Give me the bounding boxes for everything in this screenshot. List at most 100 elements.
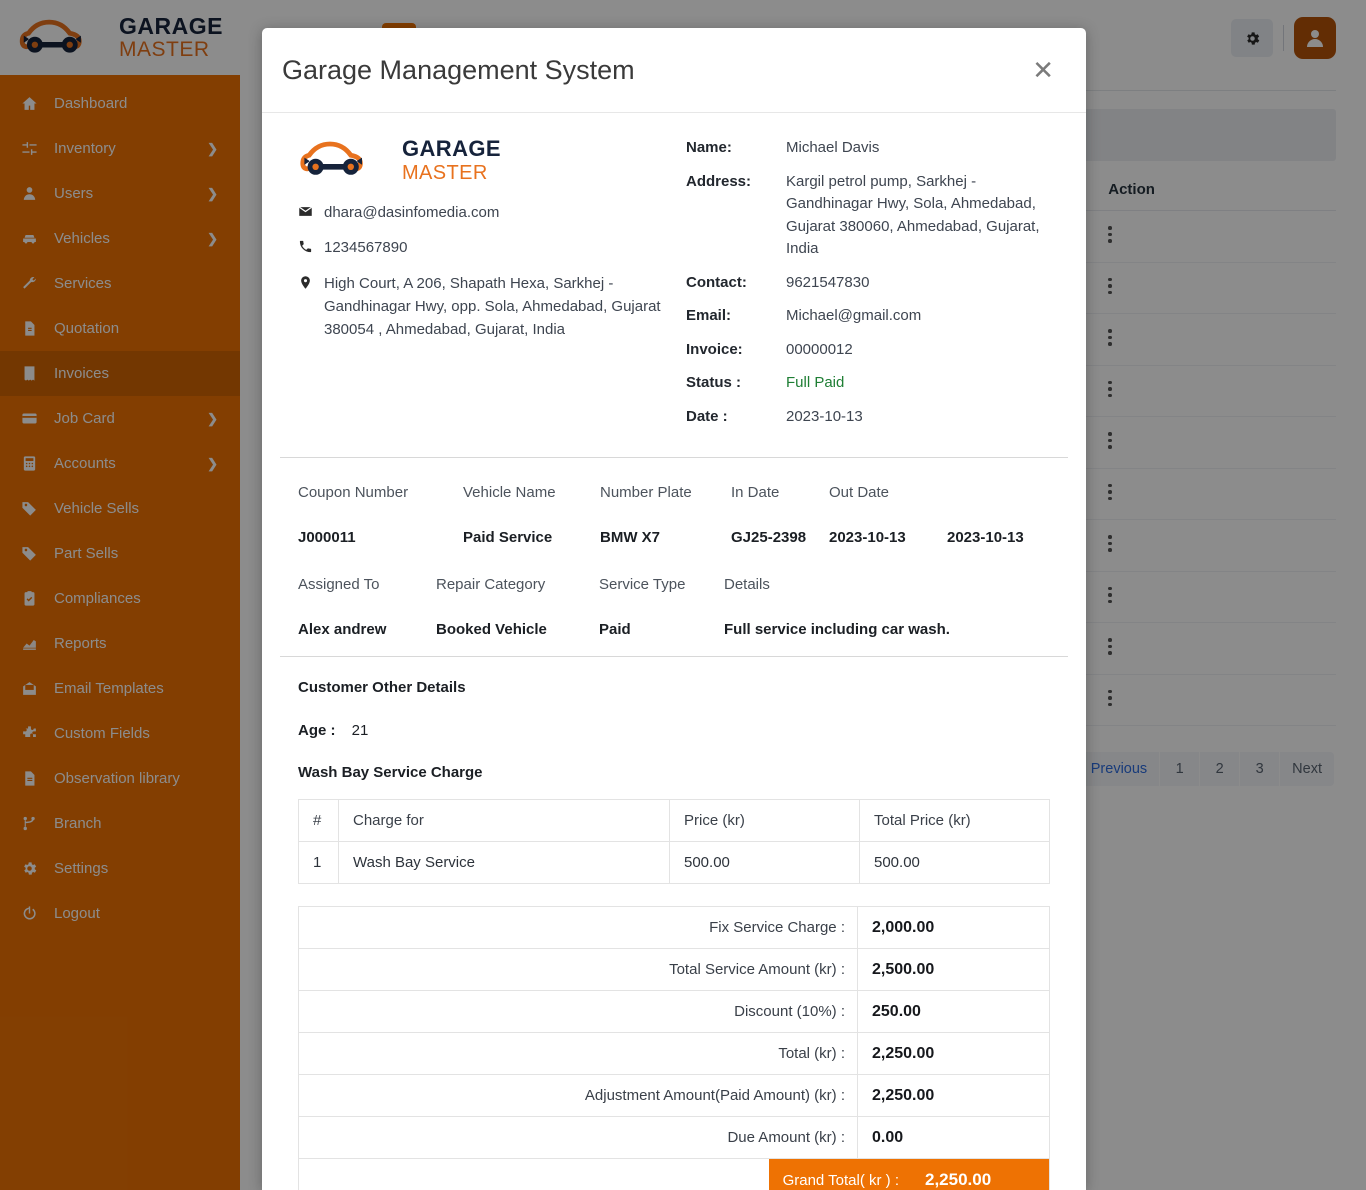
business-phone: 1234567890 — [324, 239, 408, 257]
business-block: GARAGE MASTER dhara@dasinfomedia.com 123… — [280, 135, 686, 439]
grand-total-label: Grand Total( kr ) : — [782, 1171, 899, 1189]
age-row: Age : 21 — [298, 722, 1050, 739]
total-row: Fix Service Charge :2,000.00 — [298, 906, 1050, 949]
detail-value: 2023-10-13 — [947, 529, 1024, 546]
business-address-row: High Court, A 206, Shapath Hexa, Sarkhej… — [298, 272, 686, 342]
total-label: Adjustment Amount(Paid Amount) (kr) : — [298, 1074, 858, 1117]
charge-header-num: # — [298, 799, 339, 842]
meta-row: Contact: 9621547830 — [686, 272, 1068, 295]
meta-key: Invoice: — [686, 340, 743, 358]
detail-column: In Date GJ25-2398 — [731, 484, 829, 546]
meta-key: Address: — [686, 172, 752, 190]
total-label: Discount (10%) : — [298, 990, 858, 1033]
total-row: Discount (10%) :250.00 — [298, 990, 1050, 1033]
grand-total-banner: Grand Total( kr ) : 2,250.00 — [769, 1159, 1049, 1190]
meta-value: 2023-10-13 — [786, 407, 863, 425]
detail-label: Assigned To — [298, 576, 380, 593]
meta-key: Date : — [686, 407, 728, 425]
meta-key: Name: — [686, 139, 732, 156]
meta-value: Kargil petrol pump, Sarkhej - Gandhinaga… — [786, 172, 1040, 258]
charge-header-desc: Charge for — [338, 799, 670, 842]
charge-header-total: Total Price (kr) — [859, 799, 1050, 842]
grand-total-row: Grand Total( kr ) : 2,250.00 — [298, 1158, 1050, 1190]
detail-column: Assigned To Alex andrew — [298, 576, 436, 638]
other-details-title: Customer Other Details — [298, 679, 466, 696]
charge-table-header-row: # Charge for Price (kr) Total Price (kr) — [298, 799, 1050, 842]
detail-value: J000011 — [298, 529, 356, 546]
detail-label: Number Plate — [600, 484, 692, 501]
total-row: Total Service Amount (kr) :2,500.00 — [298, 948, 1050, 991]
detail-label: Details — [724, 576, 770, 593]
business-email: dhara@dasinfomedia.com — [324, 204, 500, 221]
meta-row: Name: Michael Davis — [686, 137, 1068, 160]
job-details-row-1: Coupon Number J000011 Vehicle Name Paid Ser… — [298, 484, 1050, 546]
invoice-logo: GARAGE MASTER — [298, 135, 686, 185]
total-value: 0.00 — [857, 1116, 1050, 1159]
meta-value: Full Paid — [786, 374, 845, 391]
total-label: Total Service Amount (kr) : — [298, 948, 858, 991]
charge-cell-total: 500.00 — [859, 841, 1050, 884]
total-value: 2,250.00 — [857, 1074, 1050, 1117]
charge-cell-num: 1 — [298, 841, 339, 884]
meta-row: Address: Kargil petrol pump, Sarkhej - Ga… — [686, 171, 1068, 261]
total-row: Total (kr) :2,250.00 — [298, 1032, 1050, 1075]
grand-total-value: 2,250.00 — [925, 1170, 992, 1189]
detail-value: Paid — [599, 621, 631, 638]
customer-other-details: Customer Other Details Age : 21 Wash Bay… — [280, 657, 1068, 884]
total-value: 2,250.00 — [857, 1032, 1050, 1075]
garage-master-logo-icon — [300, 141, 363, 175]
detail-value: Paid Service — [463, 529, 553, 546]
invoice-modal: Garage Management System ✕ GARAGE MASTER… — [262, 28, 1086, 1190]
invoice-brand-wordmark: GARAGE MASTER — [402, 136, 501, 185]
detail-label: Repair Category — [436, 576, 546, 593]
total-label: Due Amount (kr) : — [298, 1116, 858, 1159]
meta-row: Email: Michael@gmail.com — [686, 305, 1068, 328]
close-icon[interactable]: ✕ — [1026, 53, 1060, 87]
total-value: 2,000.00 — [857, 906, 1050, 949]
business-phone-row: 1234567890 — [298, 236, 686, 261]
modal-title: Garage Management System — [282, 54, 635, 85]
age-value: 21 — [351, 722, 369, 739]
detail-value: Full service including car wash. — [724, 621, 950, 638]
detail-column: Details Full service including car wash. — [724, 576, 1024, 638]
job-details: Coupon Number J000011 Vehicle Name Paid Ser… — [280, 458, 1068, 644]
total-label: Fix Service Charge : — [298, 906, 858, 949]
detail-value: GJ25-2398 — [731, 529, 807, 546]
detail-label: Coupon Number — [298, 484, 409, 501]
total-row: Due Amount (kr) :0.00 — [298, 1116, 1050, 1159]
meta-value: Michael Davis — [786, 139, 880, 156]
meta-key: Status : — [686, 374, 742, 391]
charge-cell-price: 500.00 — [669, 841, 860, 884]
meta-value: Michael@gmail.com — [786, 307, 922, 324]
detail-column: Repair Category Booked Vehicle — [436, 576, 599, 638]
modal-body: GARAGE MASTER dhara@dasinfomedia.com 123… — [262, 113, 1086, 1190]
meta-value: 00000012 — [786, 340, 853, 358]
invoice-header: GARAGE MASTER dhara@dasinfomedia.com 123… — [280, 113, 1068, 445]
detail-label: Vehicle Name — [463, 484, 556, 501]
totals-table: Fix Service Charge :2,000.00 Total Servic… — [298, 906, 1050, 1190]
invoice-brand-line-1: GARAGE — [402, 135, 501, 161]
detail-column: Out Date 2023-10-13 — [829, 484, 947, 546]
charge-header-price: Price (kr) — [669, 799, 860, 842]
detail-label: Out Date — [829, 484, 890, 501]
meta-key: Contact: — [686, 273, 747, 291]
business-email-row: dhara@dasinfomedia.com — [298, 201, 686, 226]
total-label: Total (kr) : — [298, 1032, 858, 1075]
total-row: Adjustment Amount(Paid Amount) (kr) :2,2… — [298, 1074, 1050, 1117]
total-value: 250.00 — [857, 990, 1050, 1033]
detail-column: Service Type Paid — [599, 576, 724, 638]
phone-icon — [298, 236, 324, 261]
detail-label: Service Type — [599, 576, 686, 593]
meta-row: Status : Full Paid — [686, 372, 1068, 395]
wash-bay-title: Wash Bay Service Charge — [298, 764, 483, 781]
detail-value: 2023-10-13 — [829, 529, 906, 546]
invoice-brand-line-2: MASTER — [402, 161, 488, 184]
business-address: High Court, A 206, Shapath Hexa, Sarkhej… — [324, 274, 661, 339]
detail-value: Alex andrew — [298, 621, 387, 638]
meta-value: 9621547830 — [786, 273, 870, 291]
meta-row: Date : 2023-10-13 — [686, 406, 1068, 429]
charge-table: # Charge for Price (kr) Total Price (kr)… — [298, 799, 1050, 884]
detail-column: Vehicle Name Paid Service — [463, 484, 600, 546]
modal-header: Garage Management System ✕ — [262, 28, 1086, 113]
envelope-icon — [298, 201, 324, 226]
